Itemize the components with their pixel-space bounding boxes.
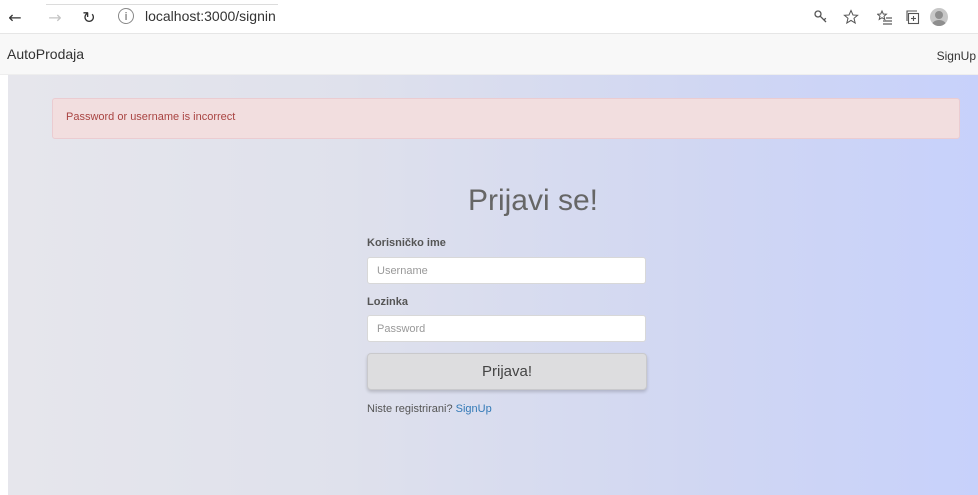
key-icon[interactable] [810,6,832,28]
back-icon[interactable]: ← [4,6,26,28]
app-navbar: AutoProdaja SignUp [0,34,978,75]
password-label: Lozinka [367,296,408,308]
register-link[interactable]: SignUp [456,403,492,415]
browser-toolbar: ← → ↻ i localhost:3000/signin [0,0,978,34]
address-bar[interactable]: i localhost:3000/signin [118,3,278,29]
error-alert: Password or username is incorrect [52,98,960,139]
info-icon[interactable]: i [118,8,134,24]
url-text[interactable]: localhost:3000/signin [145,8,276,24]
username-label: Korisničko ime [367,237,446,249]
forward-icon[interactable]: → [44,6,66,28]
main-content: Password or username is incorrect Prijav… [8,75,978,495]
profile-icon[interactable] [930,8,948,26]
password-input[interactable] [367,315,646,342]
nav-signup-link[interactable]: SignUp [937,49,976,63]
favorites-icon[interactable] [874,6,896,28]
brand-link[interactable]: AutoProdaja [7,46,84,62]
page-title: Prijavi se! [467,184,599,217]
login-button[interactable]: Prijava! [367,353,647,390]
register-prompt-text: Niste registrirani? [367,403,453,415]
error-alert-message: Password or username is incorrect [66,111,236,123]
register-prompt: Niste registrirani? SignUp [367,403,492,415]
refresh-icon[interactable]: ↻ [78,6,100,28]
star-icon[interactable] [840,6,862,28]
username-input[interactable] [367,257,646,284]
collections-icon[interactable] [902,6,924,28]
